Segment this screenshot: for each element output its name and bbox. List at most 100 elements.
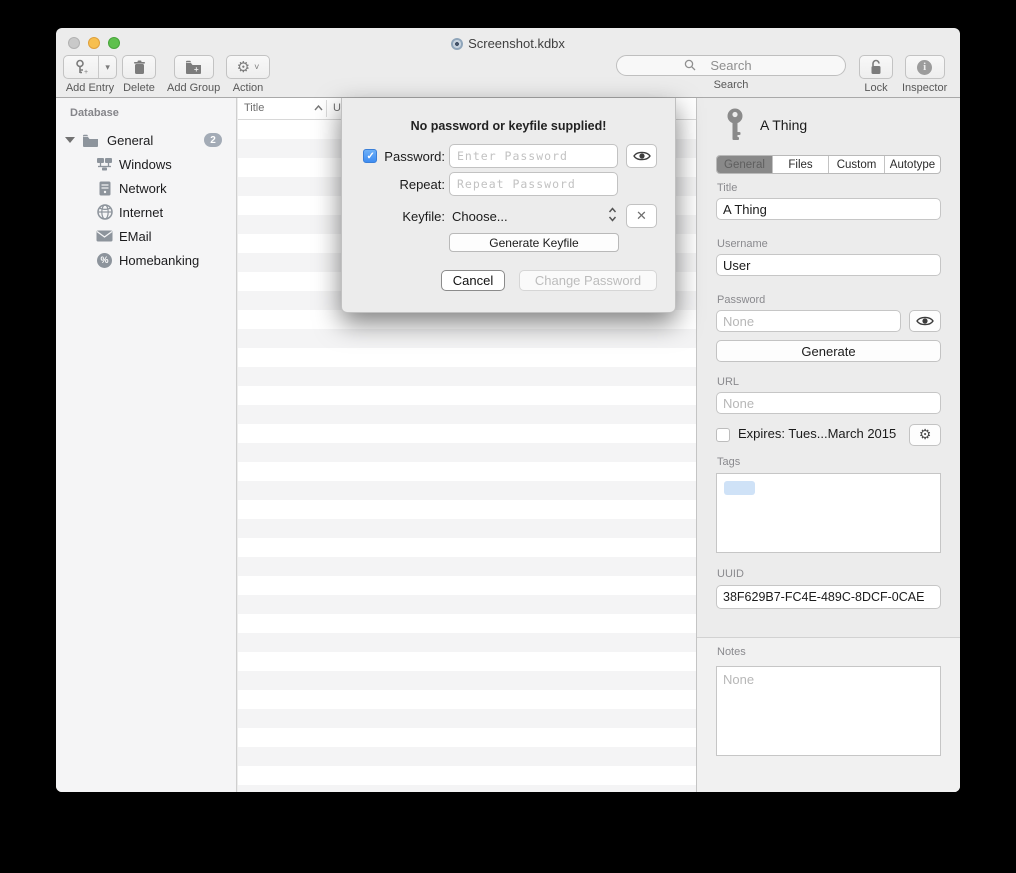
keyfile-popup[interactable]: Choose...: [452, 209, 508, 224]
cancel-button[interactable]: Cancel: [441, 270, 505, 291]
search-input[interactable]: [616, 55, 846, 76]
windows-network-icon: [96, 157, 113, 171]
toolbar-delete: Delete: [122, 55, 156, 94]
toolbar-search: Search: [616, 55, 846, 91]
inspector-label: Inspector: [902, 82, 947, 94]
sidebar-item-label: Network: [119, 181, 167, 196]
title-field[interactable]: A Thing: [716, 198, 941, 220]
tab-custom[interactable]: Custom: [828, 156, 884, 173]
lock-label: Lock: [864, 82, 887, 94]
sidebar-item-label: EMail: [119, 229, 152, 244]
repeat-input[interactable]: Repeat Password: [449, 172, 618, 196]
action-button[interactable]: ⚙ ˅: [226, 55, 270, 79]
chevron-down-icon: ▾: [105, 63, 110, 72]
lock-button[interactable]: [859, 55, 893, 79]
chevron-down-icon: ˅: [254, 63, 259, 72]
column-header-title[interactable]: Title: [244, 102, 264, 114]
uuid-field[interactable]: 38F629B7-FC4E-489C-8DCF-0CAE: [716, 585, 941, 609]
entry-title: A Thing: [760, 117, 807, 133]
repeat-label: Repeat:: [345, 177, 445, 192]
password-placeholder: None: [723, 314, 754, 329]
unlock-icon: [869, 59, 883, 75]
generate-password-button[interactable]: Generate: [716, 340, 941, 362]
uuid-value: 38F629B7-FC4E-489C-8DCF-0CAE: [723, 590, 924, 604]
notes-field[interactable]: None: [716, 666, 941, 756]
sidebar-item-internet[interactable]: Internet: [56, 200, 236, 224]
toolbar-inspector: i Inspector: [902, 55, 947, 94]
eye-icon: [633, 150, 651, 162]
sidebar-item-label: Homebanking: [119, 253, 199, 268]
window-title: Screenshot.kdbx: [56, 36, 960, 51]
app-window: Screenshot.kdbx + ▾ Add Entry Delete: [56, 28, 960, 792]
toolbar-add-entry: + ▾ Add Entry: [63, 55, 117, 94]
tab-files[interactable]: Files: [772, 156, 828, 173]
delete-button[interactable]: [122, 55, 156, 79]
repeat-placeholder: Repeat Password: [457, 177, 576, 191]
action-label: Action: [233, 82, 264, 94]
notes-section: Notes None: [697, 638, 960, 792]
change-password-button[interactable]: Change Password: [519, 270, 657, 291]
sidebar-item-windows[interactable]: Windows: [56, 152, 236, 176]
generate-keyfile-button[interactable]: Generate Keyfile: [449, 233, 619, 252]
tab-autotype[interactable]: Autotype: [884, 156, 940, 173]
folder-icon: [82, 134, 99, 147]
window-header: Screenshot.kdbx + ▾ Add Entry Delete: [56, 28, 960, 98]
expires-label: Expires: Tues...March 2015: [738, 426, 896, 441]
clear-keyfile-button[interactable]: ✕: [626, 204, 657, 228]
sidebar-item-network[interactable]: Network: [56, 176, 236, 200]
column-header-username[interactable]: U: [333, 102, 341, 114]
username-value: User: [723, 258, 750, 273]
folder-plus-icon: +: [185, 60, 202, 74]
percent-icon: %: [96, 253, 113, 268]
sidebar-item-label: General: [107, 133, 153, 148]
eye-icon: [916, 315, 934, 327]
sidebar-item-email[interactable]: EMail: [56, 224, 236, 248]
key-plus-icon: +: [64, 56, 98, 78]
sidebar: Database General 2 Windows Network: [56, 98, 237, 792]
add-entry-dropdown[interactable]: ▾: [98, 56, 116, 78]
show-password-button[interactable]: [909, 310, 941, 332]
key-icon: [725, 108, 745, 141]
expires-checkbox[interactable]: [716, 428, 730, 442]
sidebar-section-header: Database: [70, 107, 119, 119]
gear-icon: ⚙: [237, 60, 250, 75]
password-input[interactable]: Enter Password: [449, 144, 618, 168]
keyfile-label: Keyfile:: [345, 209, 445, 224]
url-label: URL: [717, 376, 739, 388]
column-divider[interactable]: [326, 100, 327, 117]
password-field[interactable]: None: [716, 310, 901, 332]
show-password-button[interactable]: [626, 144, 657, 168]
gear-icon: ⚙: [919, 428, 932, 442]
tag-token[interactable]: [724, 481, 755, 495]
disclosure-triangle-icon[interactable]: [65, 137, 75, 143]
entry-header: A Thing: [725, 108, 807, 141]
url-field[interactable]: None: [716, 392, 941, 414]
add-group-button[interactable]: +: [174, 55, 214, 79]
username-field[interactable]: User: [716, 254, 941, 276]
count-badge: 2: [204, 133, 222, 147]
title-label: Title: [717, 182, 737, 194]
close-x-icon: ✕: [636, 208, 647, 224]
tags-field[interactable]: [716, 473, 941, 553]
svg-text:+: +: [194, 65, 199, 74]
sidebar-item-homebanking[interactable]: % Homebanking: [56, 248, 236, 272]
toolbar-action: ⚙ ˅ Action: [226, 55, 270, 94]
info-icon: i: [917, 60, 932, 75]
add-entry-label: Add Entry: [66, 82, 114, 94]
sidebar-item-general[interactable]: General 2: [56, 128, 236, 152]
stepper-icon[interactable]: [608, 207, 617, 222]
tab-general[interactable]: General: [717, 156, 772, 173]
notes-placeholder: None: [723, 672, 754, 687]
content-area: Database General 2 Windows Network: [56, 98, 960, 792]
document-icon: [451, 38, 463, 50]
sidebar-item-label: Internet: [119, 205, 163, 220]
inspector-button[interactable]: i: [905, 55, 945, 79]
add-entry-button[interactable]: + ▾: [63, 55, 117, 79]
server-icon: [96, 181, 113, 196]
expires-settings-button[interactable]: ⚙: [909, 424, 941, 446]
delete-label: Delete: [123, 82, 155, 94]
inspector-tabs: General Files Custom Autotype: [716, 155, 941, 174]
change-password-sheet: No password or keyfile supplied! Passwor…: [341, 98, 676, 313]
envelope-icon: [96, 230, 113, 242]
search-icon: [684, 59, 696, 71]
